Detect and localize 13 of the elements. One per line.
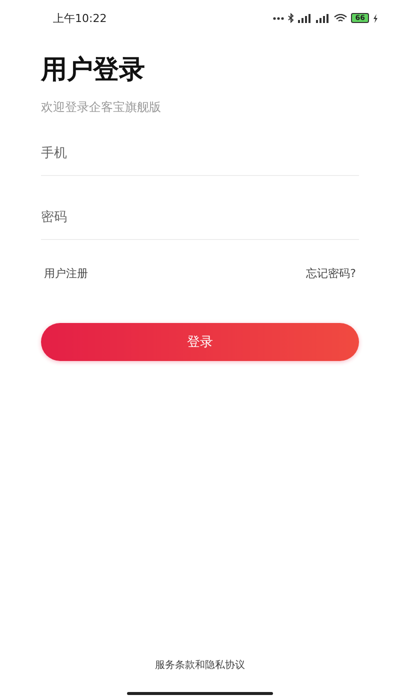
home-indicator[interactable] (127, 692, 273, 695)
signal-icon (316, 14, 330, 22)
subtitle: 欢迎登录企客宝旗舰版 (41, 99, 162, 116)
register-link[interactable]: 用户注册 (44, 266, 88, 281)
bluetooth-icon (288, 13, 294, 23)
more-dots-icon (273, 16, 284, 20)
login-button[interactable]: 登录 (41, 323, 359, 361)
signal-icon (298, 14, 312, 22)
terms-privacy-link[interactable]: 服务条款和隐私协议 (155, 658, 245, 672)
forgot-password-link[interactable]: 忘记密码? (306, 266, 356, 281)
clock-time: 上午10:22 (53, 10, 107, 26)
wifi-icon (334, 14, 348, 22)
page-title: 用户登录 (41, 54, 146, 87)
